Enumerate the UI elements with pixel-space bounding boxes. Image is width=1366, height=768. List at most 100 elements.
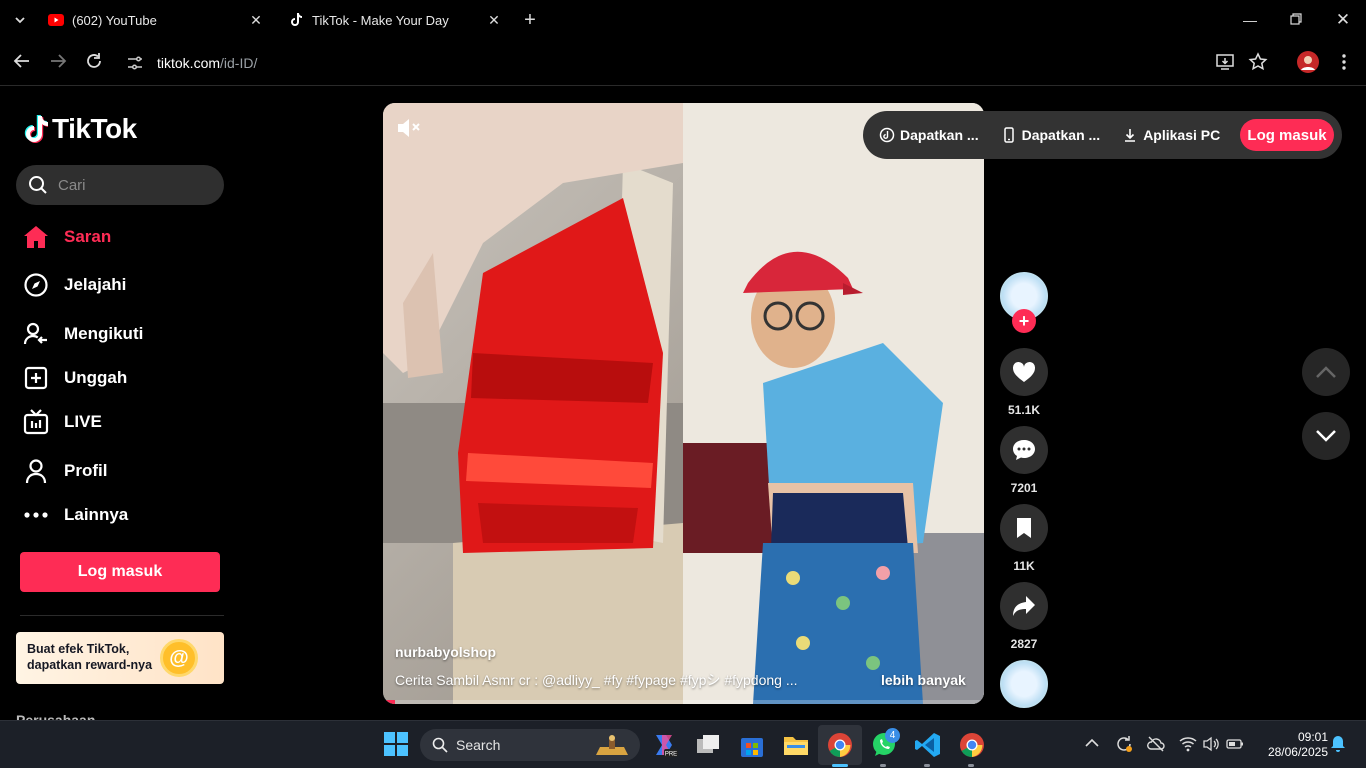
previous-video-button[interactable] [1302, 348, 1350, 396]
browser-toolbar: tiktok.com/id-ID/ [0, 40, 1366, 86]
live-icon [22, 408, 50, 436]
task-view-app[interactable] [694, 731, 722, 759]
effect-reward-banner[interactable]: Buat efek TikTok, dapatkan reward-nya @ [16, 632, 224, 684]
nav-mengikuti[interactable]: Mengikuti [22, 319, 143, 349]
restore-button[interactable] [1286, 10, 1306, 30]
close-tab-icon[interactable]: ✕ [248, 12, 264, 28]
forward-arrow-icon [51, 54, 67, 68]
video-player[interactable]: nurbabyolshop Cerita Sambil Asmr cr : @a… [383, 103, 984, 704]
comment-button[interactable] [1000, 426, 1048, 474]
volume-tray-button[interactable] [1202, 735, 1220, 753]
address-bar[interactable]: tiktok.com/id-ID/ [126, 48, 1201, 78]
notifications-button[interactable] [1329, 735, 1347, 753]
nav-label: Mengikuti [64, 324, 144, 343]
nav-jelajahi[interactable]: Jelajahi [22, 270, 126, 300]
chrome-profile-running-indicator [968, 764, 974, 767]
like-button[interactable] [1000, 348, 1048, 396]
tab-youtube[interactable]: (602) YouTube ✕ [48, 6, 264, 34]
bookmark-star-button[interactable] [1248, 52, 1270, 74]
show-hidden-icons-button[interactable] [1083, 735, 1101, 753]
back-button[interactable] [11, 52, 33, 74]
tab-title: TikTok - Make Your Day [312, 12, 449, 28]
wifi-tray-button[interactable] [1179, 735, 1197, 753]
save-button[interactable] [1000, 504, 1048, 552]
battery-tray-button[interactable] [1226, 735, 1244, 753]
nav-saran[interactable]: Saran [22, 222, 111, 252]
see-more-link[interactable]: lebih banyak [881, 672, 966, 688]
search-box[interactable] [16, 165, 224, 205]
tab-search-dropdown[interactable] [12, 12, 28, 28]
home-icon [22, 223, 50, 251]
like-count: 51.1K [1007, 403, 1041, 417]
video-left-half [383, 103, 683, 704]
person-in-room-scene [683, 103, 984, 704]
profile-icon [22, 457, 50, 485]
install-app-button[interactable] [1215, 52, 1237, 74]
close-tab-icon[interactable]: ✕ [486, 12, 502, 28]
get-app-link[interactable]: Dapatkan ... [1001, 127, 1100, 143]
follow-plus-button[interactable]: + [1012, 309, 1036, 333]
get-coins-link[interactable]: Dapatkan ... [879, 127, 979, 143]
new-tab-button[interactable]: + [520, 10, 540, 30]
vscode-icon [915, 733, 940, 757]
video-progress-bar[interactable] [383, 700, 984, 704]
search-icon [432, 737, 448, 753]
video-username[interactable]: nurbabyolshop [395, 644, 496, 660]
user-avatar-icon [1297, 51, 1319, 73]
browser-menu-button[interactable] [1334, 52, 1356, 74]
nav-profil[interactable]: Profil [22, 456, 107, 486]
file-explorer-app[interactable] [782, 731, 810, 759]
install-icon [1216, 54, 1234, 70]
forward-button[interactable] [47, 52, 69, 74]
comment-icon [1013, 440, 1035, 460]
chrome-app[interactable] [826, 731, 854, 759]
red-gelatin-scene [383, 103, 683, 704]
mute-toggle-button[interactable] [396, 117, 422, 139]
sync-tray-button[interactable] [1115, 735, 1133, 753]
pc-app-link[interactable]: Aplikasi PC [1122, 127, 1220, 143]
top-actions-bar: Dapatkan ... Dapatkan ... Aplikasi PC Lo… [863, 111, 1342, 159]
nav-label: Unggah [64, 368, 128, 387]
system-clock[interactable]: 09:01 28/06/2025 [1256, 730, 1328, 760]
nav-live[interactable]: LIVE [22, 407, 102, 437]
tiktok-logo[interactable]: TikTok [24, 113, 137, 145]
url-path: /id-ID/ [220, 55, 258, 71]
chrome-profile-app[interactable] [958, 731, 986, 759]
tab-tiktok[interactable]: TikTok - Make Your Day ✕ [288, 6, 502, 34]
chevron-up-icon [1085, 738, 1099, 747]
nav-label: Jelajahi [64, 275, 127, 294]
more-icon [22, 501, 50, 529]
download-icon [1125, 129, 1136, 142]
reload-button[interactable] [83, 52, 105, 74]
share-button[interactable] [1000, 582, 1048, 630]
top-login-button[interactable]: Log masuk [1240, 119, 1334, 151]
chrome-icon [960, 733, 984, 757]
clock-time: 09:01 [1297, 730, 1328, 744]
microsoft-store-app[interactable] [738, 731, 766, 759]
folder-icon [784, 737, 808, 755]
vscode-app[interactable] [914, 731, 942, 759]
speaker-muted-icon [398, 119, 420, 137]
copilot-app[interactable]: PRE [650, 731, 678, 759]
music-disc-avatar[interactable] [1000, 660, 1048, 708]
minimize-button[interactable]: — [1240, 10, 1260, 30]
close-window-button[interactable]: ✕ [1333, 10, 1353, 30]
start-button[interactable] [383, 731, 411, 759]
url-host: tiktok.com [157, 55, 221, 71]
nav-unggah[interactable]: Unggah [22, 363, 127, 393]
sidebar-section-heading: Perusahaan [16, 712, 96, 720]
profile-avatar-button[interactable] [1297, 51, 1319, 73]
reload-icon [87, 53, 101, 68]
video-progress-fill [383, 700, 396, 704]
wifi-icon [1179, 737, 1197, 752]
chrome-icon [828, 733, 852, 757]
search-input[interactable] [58, 176, 208, 194]
cloud-off-icon [1147, 736, 1165, 752]
next-video-button[interactable] [1302, 412, 1350, 460]
onedrive-tray-button[interactable] [1147, 735, 1165, 753]
sidebar-login-button[interactable]: Log masuk [20, 552, 220, 592]
nav-lainnya[interactable]: Lainnya [22, 500, 128, 530]
taskbar-search[interactable]: Search [420, 729, 640, 761]
chevron-down-icon [15, 17, 25, 24]
site-settings-icon[interactable] [126, 54, 144, 72]
